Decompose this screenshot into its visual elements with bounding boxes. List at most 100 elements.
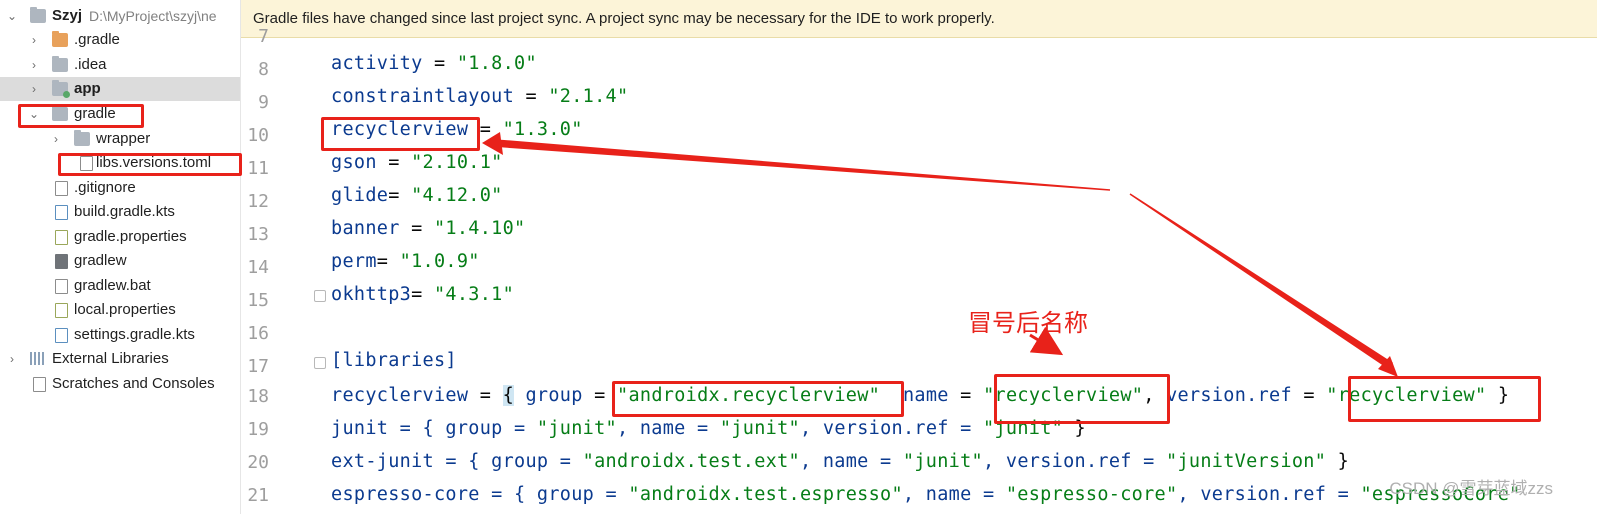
code-string: "espresso-core" xyxy=(1005,484,1178,505)
code-text: , name = xyxy=(799,451,903,472)
code-text: , name = xyxy=(616,418,720,439)
code-string: "androidx.test.ext" xyxy=(582,451,800,472)
code-line-15[interactable]: okhttp3= "4.3.1" xyxy=(331,284,514,305)
root-project-path: D:\MyProject\szyj\ne xyxy=(89,8,217,24)
tree-item-wrapper[interactable]: › wrapper xyxy=(0,127,240,151)
tree-item-gradlew[interactable]: gradlew xyxy=(0,249,240,273)
tree-item-scratches[interactable]: Scratches and Consoles xyxy=(0,372,240,396)
root-project-name: Szyj xyxy=(52,7,83,24)
tree-item-local-properties[interactable]: local.properties xyxy=(0,298,240,322)
libraries-icon xyxy=(30,352,46,365)
code-string: "4.3.1" xyxy=(433,284,515,305)
highlight-box-libs-versions-toml xyxy=(58,153,242,176)
line-number: 13 xyxy=(247,224,269,245)
fold-end-marker[interactable] xyxy=(314,290,326,302)
highlight-box-version-ref xyxy=(1348,376,1541,422)
gradle-sync-notification: Gradle files have changed since last pro… xyxy=(241,0,1597,38)
code-string: "1.4.10" xyxy=(433,218,526,239)
code-line-14[interactable]: perm= "1.0.9" xyxy=(331,251,480,272)
code-key: [libraries] xyxy=(331,350,457,371)
batch-file-icon xyxy=(55,279,68,294)
code-editor[interactable]: material = "1.10.0" activity = "1.8.0" con… xyxy=(321,38,1597,514)
gradle-file-icon xyxy=(55,328,68,343)
tree-item-label: gradle.properties xyxy=(74,228,187,245)
code-text: , name = xyxy=(902,484,1006,505)
line-number: 9 xyxy=(258,92,269,113)
code-line-17[interactable]: [libraries] xyxy=(331,350,457,371)
tree-item-label: External Libraries xyxy=(52,350,169,367)
shell-script-icon xyxy=(55,254,68,269)
tree-item-build-gradle-kts[interactable]: build.gradle.kts xyxy=(0,200,240,224)
code-key: material xyxy=(331,38,434,41)
code-line-18[interactable]: recyclerview = { group = "androidx.recyc… xyxy=(331,385,1509,406)
code-line-7[interactable]: material = "1.10.0" xyxy=(331,38,548,41)
code-key: activity xyxy=(331,53,434,74)
code-string: "1.10.0" xyxy=(457,38,549,41)
gitignore-file-icon xyxy=(55,181,68,196)
tree-item-settings-gradle-kts[interactable]: settings.gradle.kts xyxy=(0,323,240,347)
highlight-box-name xyxy=(994,374,1170,424)
code-string: "junit" xyxy=(536,418,617,439)
code-string: "4.12.0" xyxy=(411,185,503,206)
code-text: , version.ref = xyxy=(1177,484,1361,505)
code-string: "2.10.1" xyxy=(411,152,503,173)
line-number: 19 xyxy=(247,419,269,440)
tree-item-gradle-properties[interactable]: gradle.properties xyxy=(0,225,240,249)
code-string: "junit" xyxy=(902,451,983,472)
code-text: , version.ref = xyxy=(983,451,1167,472)
folder-icon xyxy=(52,56,68,72)
tree-item-gitignore[interactable]: .gitignore xyxy=(0,176,240,200)
code-line-19[interactable]: junit = { group = "junit", name = "junit… xyxy=(331,418,1086,439)
folder-icon xyxy=(74,130,90,146)
code-string: "1.0.9" xyxy=(399,251,480,272)
tree-item-gradlew-bat[interactable]: gradlew.bat xyxy=(0,274,240,298)
tree-item-external-libraries[interactable]: › External Libraries xyxy=(0,347,240,371)
properties-file-icon xyxy=(55,230,68,245)
code-line-9[interactable]: constraintlayout = "2.1.4" xyxy=(331,86,628,107)
project-tree-panel: ⌄ Szyj D:\MyProject\szyj\ne › .gradle › … xyxy=(0,0,241,514)
notification-text: Gradle files have changed since last pro… xyxy=(253,10,995,27)
tree-item-label: .gradle xyxy=(74,31,120,48)
line-number: 16 xyxy=(247,323,269,344)
code-op: = xyxy=(1303,385,1327,406)
code-line-13[interactable]: banner = "1.4.10" xyxy=(331,218,525,239)
line-number: 21 xyxy=(247,485,269,506)
tree-root-row[interactable]: ⌄ Szyj D:\MyProject\szyj\ne xyxy=(0,4,240,28)
tree-item-label: gradlew xyxy=(74,252,127,269)
code-key: glide xyxy=(331,185,389,206)
code-key: banner xyxy=(331,218,412,239)
tree-item-idea[interactable]: › .idea xyxy=(0,53,240,77)
chevron-right-icon[interactable]: › xyxy=(28,53,40,77)
scratches-icon xyxy=(33,377,46,392)
chevron-right-icon[interactable]: › xyxy=(50,127,62,151)
tree-item-label: local.properties xyxy=(74,301,176,318)
tree-item-app[interactable]: › app xyxy=(0,77,240,101)
line-number: 14 xyxy=(247,257,269,278)
code-line-21[interactable]: espresso-core = { group = "androidx.test… xyxy=(331,484,1521,505)
fold-start-marker[interactable] xyxy=(314,357,326,369)
chevron-down-icon[interactable]: ⌄ xyxy=(6,4,18,28)
chevron-right-icon[interactable]: › xyxy=(6,347,18,371)
highlight-box-gradle-folder xyxy=(18,104,144,128)
code-string: "1.8.0" xyxy=(456,53,537,74)
code-line-12[interactable]: glide= "4.12.0" xyxy=(331,185,503,206)
highlight-box-version-key xyxy=(321,117,480,151)
code-line-20[interactable]: ext-junit = { group = "androidx.test.ext… xyxy=(331,451,1349,472)
module-folder-icon xyxy=(52,80,70,98)
code-key: group xyxy=(514,385,595,406)
code-op: = xyxy=(434,38,457,41)
tree-item-label: app xyxy=(74,80,101,97)
line-number: 12 xyxy=(247,191,269,212)
code-line-8[interactable]: activity = "1.8.0" xyxy=(331,53,537,74)
code-key: version.ref xyxy=(1166,385,1304,406)
code-text: junit = { group = xyxy=(331,418,537,439)
code-key: okhttp3 xyxy=(331,284,412,305)
watermark: CSDN @雪芽蓝域zzs xyxy=(1389,479,1553,498)
code-key: constraintlayout xyxy=(331,86,526,107)
tree-item-label: .idea xyxy=(74,56,107,73)
chevron-right-icon[interactable]: › xyxy=(28,77,40,101)
line-number: 7 xyxy=(258,26,269,47)
code-line-11[interactable]: gson = "2.10.1" xyxy=(331,152,503,173)
tree-item-dot-gradle[interactable]: › .gradle xyxy=(0,28,240,52)
chevron-right-icon[interactable]: › xyxy=(28,28,40,52)
